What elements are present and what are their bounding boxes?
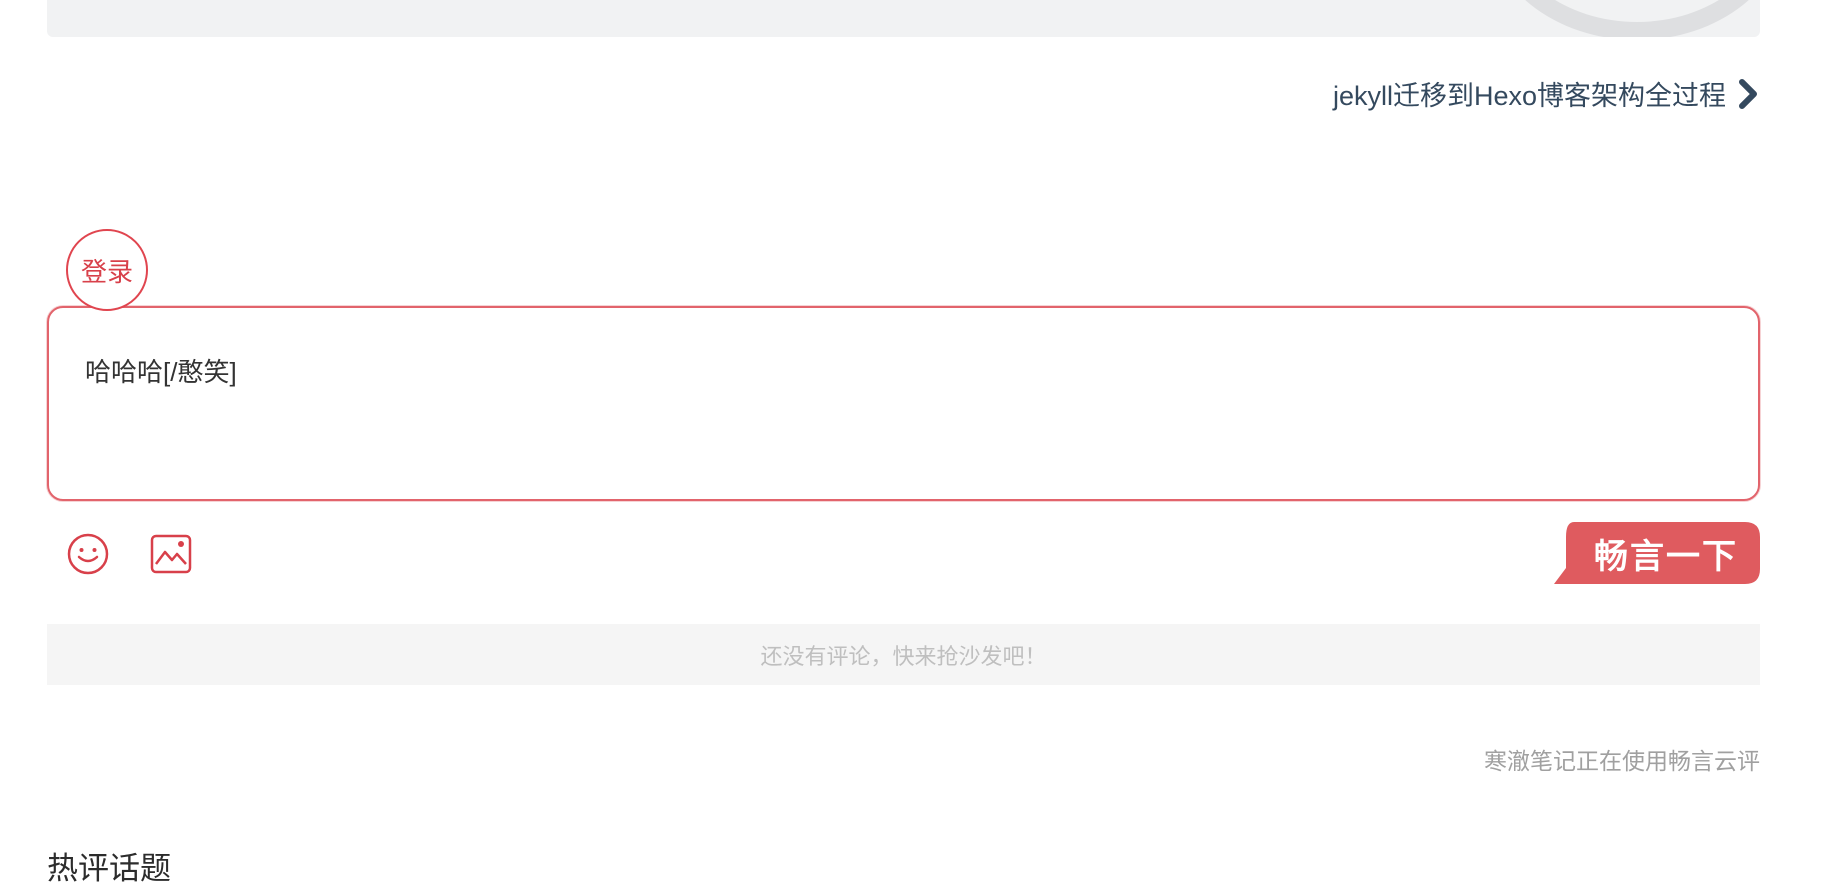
next-post-title: jekyll迁移到Hexo博客架构全过程: [1332, 81, 1726, 111]
comment-box: 哈哈哈[/憨笑]: [47, 306, 1760, 501]
powered-by-text: 寒澈笔记正在使用畅言云评: [1484, 748, 1760, 774]
submit-button[interactable]: 畅言一下: [1554, 522, 1760, 584]
page: jekyll迁移到Hexo博客架构全过程 登录 哈哈哈[/憨笑] 畅言一下 还没…: [0, 0, 1844, 884]
comment-input[interactable]: 哈哈哈[/憨笑]: [85, 352, 1685, 462]
hot-topics-title: 热评话题: [47, 851, 171, 884]
banner-decoration: [1487, 0, 1760, 37]
previous-banner: [47, 0, 1760, 37]
submit-label: 畅言一下: [1594, 537, 1738, 576]
empty-comments-notice: 还没有评论，快来抢沙发吧！: [47, 624, 1760, 685]
next-post-link[interactable]: jekyll迁移到Hexo博客架构全过程: [1333, 74, 1760, 113]
smile-icon[interactable]: [66, 532, 110, 576]
image-icon[interactable]: [149, 532, 193, 576]
login-label: 登录: [80, 256, 133, 287]
chevron-right-icon: [1739, 78, 1757, 109]
login-button[interactable]: 登录: [66, 229, 148, 311]
